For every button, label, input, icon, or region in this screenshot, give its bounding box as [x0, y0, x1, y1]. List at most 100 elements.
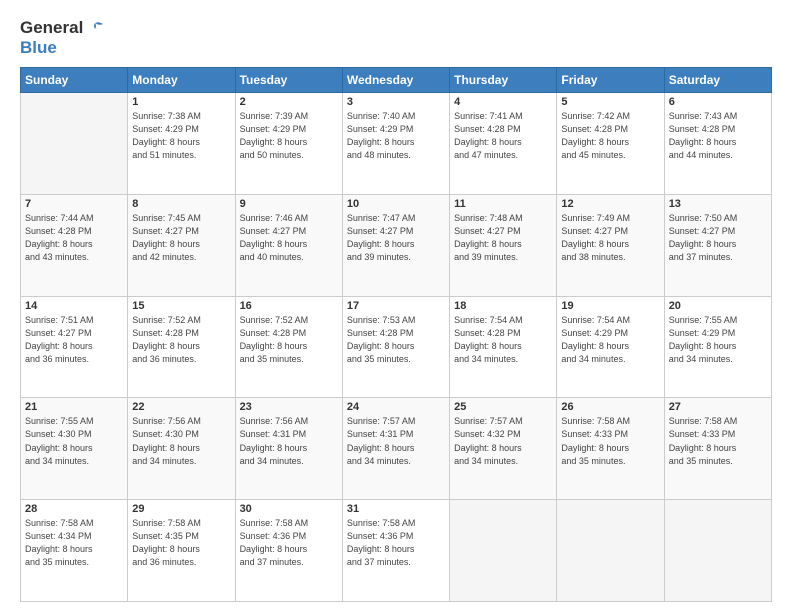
calendar-cell: 27Sunrise: 7:58 AMSunset: 4:33 PMDayligh…	[664, 398, 771, 500]
day-number: 18	[454, 300, 552, 312]
day-info: Sunrise: 7:53 AMSunset: 4:28 PMDaylight:…	[347, 314, 445, 366]
day-info: Sunrise: 7:41 AMSunset: 4:28 PMDaylight:…	[454, 110, 552, 162]
day-number: 3	[347, 96, 445, 108]
calendar-cell: 4 Sunrise: 7:41 AMSunset: 4:28 PMDaylight…	[450, 93, 557, 195]
day-number: 25	[454, 401, 552, 413]
day-number: 8	[132, 198, 230, 210]
calendar-cell: 5 Sunrise: 7:42 AMSunset: 4:28 PMDaylight…	[557, 93, 664, 195]
calendar-cell: 11Sunrise: 7:48 AMSunset: 4:27 PMDayligh…	[450, 194, 557, 296]
day-info: Sunrise: 7:58 AMSunset: 4:34 PMDaylight:…	[25, 517, 123, 569]
calendar-cell: 28 Sunrise: 7:58 AMSunset: 4:34 PMDayligh…	[21, 500, 128, 602]
day-info: Sunrise: 7:58 AMSunset: 4:33 PMDaylight:…	[561, 415, 659, 467]
week-row-0: 1 Sunrise: 7:38 AMSunset: 4:29 PMDaylight…	[21, 93, 772, 195]
calendar-cell: 21 Sunrise: 7:55 AMSunset: 4:30 PMDayligh…	[21, 398, 128, 500]
calendar-cell	[664, 500, 771, 602]
weekday-header-tuesday: Tuesday	[235, 68, 342, 93]
day-number: 5	[561, 96, 659, 108]
day-info: Sunrise: 7:57 AMSunset: 4:31 PMDaylight:…	[347, 415, 445, 467]
day-number: 20	[669, 300, 767, 312]
calendar-cell: 22 Sunrise: 7:56 AMSunset: 4:30 PMDayligh…	[128, 398, 235, 500]
day-number: 22	[132, 401, 230, 413]
day-number: 10	[347, 198, 445, 210]
day-info: Sunrise: 7:54 AMSunset: 4:29 PMDaylight:…	[561, 314, 659, 366]
week-row-2: 14 Sunrise: 7:51 AMSunset: 4:27 PMDayligh…	[21, 296, 772, 398]
day-number: 9	[240, 198, 338, 210]
logo: General Blue	[20, 18, 105, 57]
calendar-cell	[557, 500, 664, 602]
calendar-cell: 7Sunrise: 7:44 AMSunset: 4:28 PMDaylight…	[21, 194, 128, 296]
calendar-cell: 31 Sunrise: 7:58 AMSunset: 4:36 PMDayligh…	[342, 500, 449, 602]
day-info: Sunrise: 7:50 AMSunset: 4:27 PMDaylight:…	[669, 212, 767, 264]
calendar-cell: 6 Sunrise: 7:43 AMSunset: 4:28 PMDaylight…	[664, 93, 771, 195]
day-info: Sunrise: 7:56 AMSunset: 4:30 PMDaylight:…	[132, 415, 230, 467]
day-number: 6	[669, 96, 767, 108]
day-number: 13	[669, 198, 767, 210]
calendar-cell: 17 Sunrise: 7:53 AMSunset: 4:28 PMDayligh…	[342, 296, 449, 398]
weekday-header-monday: Monday	[128, 68, 235, 93]
day-info: Sunrise: 7:58 AMSunset: 4:36 PMDaylight:…	[240, 517, 338, 569]
day-number: 16	[240, 300, 338, 312]
day-info: Sunrise: 7:55 AMSunset: 4:29 PMDaylight:…	[669, 314, 767, 366]
day-number: 2	[240, 96, 338, 108]
day-info: Sunrise: 7:54 AMSunset: 4:28 PMDaylight:…	[454, 314, 552, 366]
day-number: 30	[240, 503, 338, 515]
day-info: Sunrise: 7:46 AMSunset: 4:27 PMDaylight:…	[240, 212, 338, 264]
day-number: 17	[347, 300, 445, 312]
calendar-cell: 13 Sunrise: 7:50 AMSunset: 4:27 PMDayligh…	[664, 194, 771, 296]
calendar-cell: 16 Sunrise: 7:52 AMSunset: 4:28 PMDayligh…	[235, 296, 342, 398]
day-number: 1	[132, 96, 230, 108]
day-number: 21	[25, 401, 123, 413]
day-info: Sunrise: 7:42 AMSunset: 4:28 PMDaylight:…	[561, 110, 659, 162]
weekday-header-wednesday: Wednesday	[342, 68, 449, 93]
day-info: Sunrise: 7:45 AMSunset: 4:27 PMDaylight:…	[132, 212, 230, 264]
day-info: Sunrise: 7:58 AMSunset: 4:36 PMDaylight:…	[347, 517, 445, 569]
calendar-cell: 25 Sunrise: 7:57 AMSunset: 4:32 PMDayligh…	[450, 398, 557, 500]
day-number: 19	[561, 300, 659, 312]
day-number: 7	[25, 198, 123, 210]
day-number: 28	[25, 503, 123, 515]
day-info: Sunrise: 7:57 AMSunset: 4:32 PMDaylight:…	[454, 415, 552, 467]
week-row-3: 21 Sunrise: 7:55 AMSunset: 4:30 PMDayligh…	[21, 398, 772, 500]
calendar-cell	[21, 93, 128, 195]
page: General Blue SundayMondayTuesdayWednesda…	[0, 0, 792, 612]
day-info: Sunrise: 7:49 AMSunset: 4:27 PMDaylight:…	[561, 212, 659, 264]
calendar-cell: 18 Sunrise: 7:54 AMSunset: 4:28 PMDayligh…	[450, 296, 557, 398]
calendar-cell: 1 Sunrise: 7:38 AMSunset: 4:29 PMDaylight…	[128, 93, 235, 195]
calendar-cell: 29Sunrise: 7:58 AMSunset: 4:35 PMDayligh…	[128, 500, 235, 602]
calendar-cell: 20 Sunrise: 7:55 AMSunset: 4:29 PMDayligh…	[664, 296, 771, 398]
calendar-table: SundayMondayTuesdayWednesdayThursdayFrid…	[20, 67, 772, 602]
day-number: 14	[25, 300, 123, 312]
day-number: 31	[347, 503, 445, 515]
day-info: Sunrise: 7:58 AMSunset: 4:33 PMDaylight:…	[669, 415, 767, 467]
day-info: Sunrise: 7:38 AMSunset: 4:29 PMDaylight:…	[132, 110, 230, 162]
logo-line1: General	[20, 18, 83, 38]
calendar-cell: 15 Sunrise: 7:52 AMSunset: 4:28 PMDayligh…	[128, 296, 235, 398]
calendar-cell: 10Sunrise: 7:47 AMSunset: 4:27 PMDayligh…	[342, 194, 449, 296]
day-number: 15	[132, 300, 230, 312]
day-info: Sunrise: 7:52 AMSunset: 4:28 PMDaylight:…	[240, 314, 338, 366]
weekday-header-sunday: Sunday	[21, 68, 128, 93]
day-number: 12	[561, 198, 659, 210]
day-info: Sunrise: 7:51 AMSunset: 4:27 PMDaylight:…	[25, 314, 123, 366]
calendar-cell: 14 Sunrise: 7:51 AMSunset: 4:27 PMDayligh…	[21, 296, 128, 398]
calendar-cell: 3 Sunrise: 7:40 AMSunset: 4:29 PMDaylight…	[342, 93, 449, 195]
weekday-header-friday: Friday	[557, 68, 664, 93]
week-row-1: 7Sunrise: 7:44 AMSunset: 4:28 PMDaylight…	[21, 194, 772, 296]
day-number: 11	[454, 198, 552, 210]
day-info: Sunrise: 7:56 AMSunset: 4:31 PMDaylight:…	[240, 415, 338, 467]
calendar-cell: 24 Sunrise: 7:57 AMSunset: 4:31 PMDayligh…	[342, 398, 449, 500]
day-info: Sunrise: 7:43 AMSunset: 4:28 PMDaylight:…	[669, 110, 767, 162]
day-info: Sunrise: 7:52 AMSunset: 4:28 PMDaylight:…	[132, 314, 230, 366]
header: General Blue	[20, 18, 772, 57]
calendar-cell	[450, 500, 557, 602]
calendar-cell: 23Sunrise: 7:56 AMSunset: 4:31 PMDayligh…	[235, 398, 342, 500]
calendar-cell: 26Sunrise: 7:58 AMSunset: 4:33 PMDayligh…	[557, 398, 664, 500]
day-info: Sunrise: 7:40 AMSunset: 4:29 PMDaylight:…	[347, 110, 445, 162]
calendar-cell: 8 Sunrise: 7:45 AMSunset: 4:27 PMDaylight…	[128, 194, 235, 296]
calendar-cell: 30 Sunrise: 7:58 AMSunset: 4:36 PMDayligh…	[235, 500, 342, 602]
day-number: 4	[454, 96, 552, 108]
day-number: 24	[347, 401, 445, 413]
day-number: 29	[132, 503, 230, 515]
logo-line2: Blue	[20, 38, 105, 58]
day-info: Sunrise: 7:55 AMSunset: 4:30 PMDaylight:…	[25, 415, 123, 467]
